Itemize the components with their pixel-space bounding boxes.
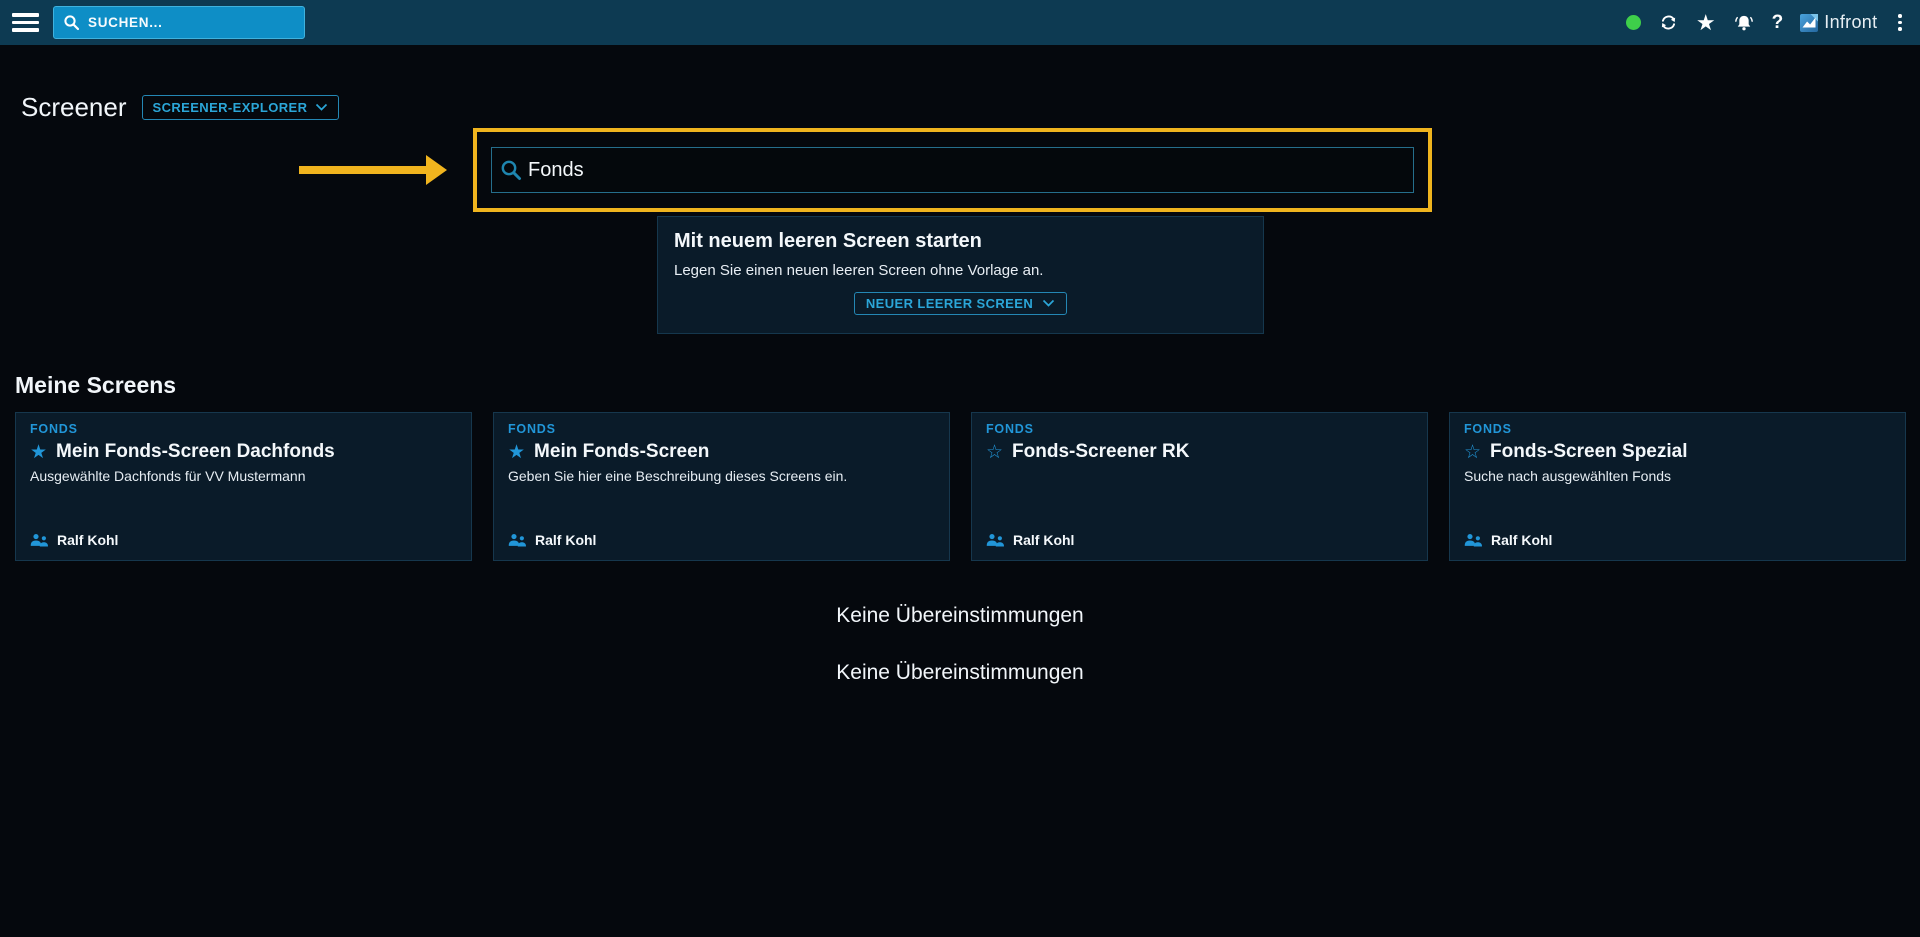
screen-title-row: ★ Mein Fonds-Screen Dachfonds (30, 441, 457, 463)
screen-title: Mein Fonds-Screen (534, 441, 709, 463)
screen-title-row: ☆ Fonds-Screener RK (986, 441, 1413, 463)
infront-logo-icon (1800, 14, 1818, 32)
screen-author: Ralf Kohl (1464, 532, 1891, 548)
refresh-icon[interactable] (1658, 12, 1679, 33)
arrow-line (299, 166, 426, 174)
notifications-bell-icon[interactable] (1733, 12, 1755, 34)
screen-description: Suche nach ausgewählten Fonds (1464, 468, 1891, 484)
screener-explorer-label: SCREENER-EXPLORER (153, 100, 308, 115)
screen-title-row: ☆ Fonds-Screen Spezial (1464, 441, 1891, 463)
search-icon (63, 14, 80, 31)
screener-page: ★ ? (0, 0, 1920, 937)
screen-description (986, 468, 1413, 484)
screen-category: FONDS (1464, 422, 1891, 436)
tutorial-highlight-box (473, 128, 1432, 212)
no-matches-message: Keine Übereinstimmungen (0, 604, 1920, 628)
screen-author: Ralf Kohl (508, 532, 935, 548)
screen-card[interactable]: FONDS ★ Mein Fonds-Screen Dachfonds Ausg… (15, 412, 472, 561)
hamburger-bar (12, 13, 39, 17)
screen-author: Ralf Kohl (30, 532, 457, 548)
screen-card[interactable]: FONDS ★ Mein Fonds-Screen Geben Sie hier… (493, 412, 950, 561)
my-screens-heading: Meine Screens (15, 372, 176, 399)
help-icon[interactable]: ? (1772, 12, 1784, 34)
search-icon (499, 158, 523, 182)
topbar-actions: ★ ? (1626, 12, 1906, 34)
new-empty-screen-label: NEUER LEERER SCREEN (866, 296, 1033, 311)
global-search[interactable] (53, 6, 305, 39)
screen-search-field[interactable] (491, 147, 1414, 193)
shared-users-icon (1464, 533, 1483, 547)
panel-description: Legen Sie einen neuen leeren Screen ohne… (674, 262, 1247, 279)
screen-title: Fonds-Screener RK (1012, 441, 1189, 463)
screen-title: Mein Fonds-Screen Dachfonds (56, 441, 335, 463)
screen-search-input[interactable] (491, 147, 1414, 193)
chevron-down-icon (315, 103, 328, 112)
global-search-input[interactable] (54, 7, 304, 38)
screen-title: Fonds-Screen Spezial (1490, 441, 1687, 463)
new-screen-panel: Mit neuem leeren Screen starten Legen Si… (657, 216, 1264, 334)
hamburger-bar (12, 21, 39, 25)
favorite-star-icon[interactable]: ★ (508, 443, 525, 462)
arrow-head (426, 155, 447, 185)
screen-author-name: Ralf Kohl (57, 532, 118, 548)
shared-users-icon (986, 533, 1005, 547)
favorite-star-icon[interactable]: ☆ (986, 443, 1003, 462)
screener-explorer-button[interactable]: SCREENER-EXPLORER (142, 95, 340, 120)
panel-button-row: NEUER LEERER SCREEN (674, 292, 1247, 315)
hamburger-menu-icon[interactable] (12, 13, 39, 32)
favorite-star-icon[interactable]: ☆ (1464, 443, 1481, 462)
connection-status-icon (1626, 15, 1641, 30)
shared-users-icon (30, 533, 49, 547)
chevron-down-icon (1042, 299, 1055, 308)
screen-category: FONDS (986, 422, 1413, 436)
shared-users-icon (508, 533, 527, 547)
screen-category: FONDS (508, 422, 935, 436)
no-matches-message: Keine Übereinstimmungen (0, 661, 1920, 685)
hamburger-bar (12, 28, 39, 32)
new-empty-screen-button[interactable]: NEUER LEERER SCREEN (854, 292, 1067, 315)
screen-card[interactable]: FONDS ☆ Fonds-Screener RK Ralf Kohl (971, 412, 1428, 561)
screen-description: Geben Sie hier eine Beschreibung dieses … (508, 468, 935, 484)
page-title: Screener (21, 92, 127, 123)
infront-logo: Infront (1800, 12, 1877, 33)
screen-author-name: Ralf Kohl (1013, 532, 1074, 548)
screen-card[interactable]: FONDS ☆ Fonds-Screen Spezial Suche nach … (1449, 412, 1906, 561)
page-header: Screener SCREENER-EXPLORER (21, 92, 339, 123)
panel-title: Mit neuem leeren Screen starten (674, 230, 1247, 253)
overflow-menu-icon[interactable] (1894, 12, 1906, 33)
screen-author: Ralf Kohl (986, 532, 1413, 548)
topbar: ★ ? (0, 0, 1920, 45)
favorite-star-icon[interactable]: ★ (30, 443, 47, 462)
screen-author-name: Ralf Kohl (535, 532, 596, 548)
screen-description: Ausgewählte Dachfonds für VV Mustermann (30, 468, 457, 484)
brand-name: Infront (1824, 12, 1877, 33)
screen-title-row: ★ Mein Fonds-Screen (508, 441, 935, 463)
screen-category: FONDS (30, 422, 457, 436)
tutorial-arrow (299, 155, 447, 185)
favorites-star-icon[interactable]: ★ (1696, 12, 1716, 34)
my-screens-card-row: FONDS ★ Mein Fonds-Screen Dachfonds Ausg… (15, 412, 1906, 561)
screen-author-name: Ralf Kohl (1491, 532, 1552, 548)
